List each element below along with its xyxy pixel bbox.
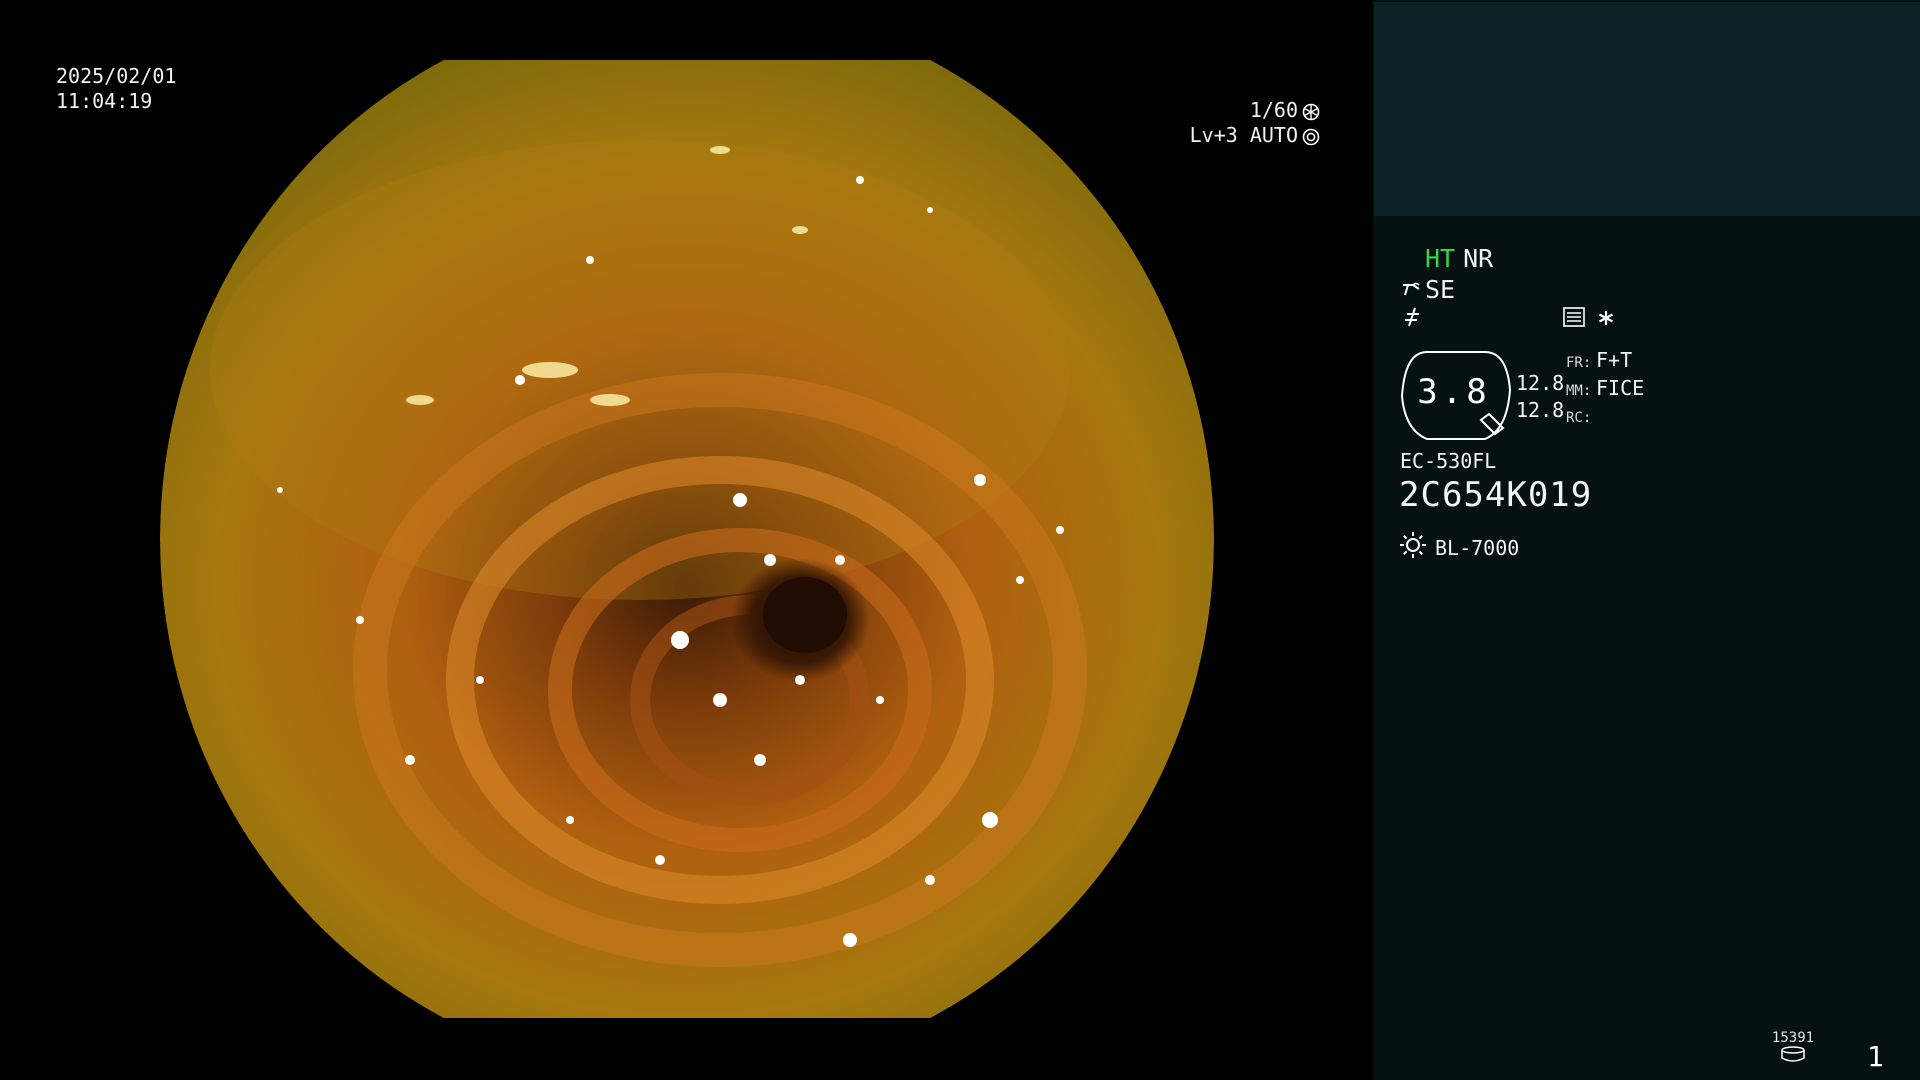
processing-labels: FR: F+T MM: FICE RC: [1566, 348, 1644, 431]
disk-icon [1763, 1046, 1823, 1066]
zoom-sub-value: 12.8 [1516, 371, 1565, 395]
nr-label: NR [1463, 244, 1494, 273]
thumbnail-area [1374, 2, 1920, 216]
ht-label: HT [1425, 244, 1456, 273]
date-time-overlay: 2025/02/01 11:04:19 [56, 64, 176, 114]
scope-model: EC-530FL [1400, 449, 1497, 473]
structure-row: SE [1401, 275, 1455, 304]
exposure-overlay: 1/60 Lv+3 AUTO [1190, 98, 1320, 148]
shutter-speed-text: 1/60 [1249, 98, 1298, 122]
counter-value: 15391 [1771, 1030, 1815, 1046]
freeze-slash-icon [1401, 306, 1423, 334]
exposure-mode-text: Lv+3 AUTO [1189, 123, 1298, 147]
menu-list-icon [1563, 307, 1585, 333]
light-source-label: BL-7000 [1435, 535, 1520, 560]
fr-label: FR: [1566, 355, 1592, 371]
video-area: 2025/02/01 11:04:19 1/60 Lv+3 AUTO [0, 0, 1373, 1080]
zoom-sub-value: 12.8 [1516, 398, 1565, 422]
storage-counter: 15391 [1763, 1030, 1823, 1066]
sun-icon [1399, 531, 1427, 564]
scope-tip-icon [1401, 275, 1423, 304]
mode-icons-row [1401, 306, 1615, 334]
time-text: 11:04:19 [56, 89, 153, 113]
asterisk-icon [1597, 308, 1615, 333]
mm-value: FICE [1596, 376, 1645, 400]
date-text: 2025/02/01 [56, 64, 177, 88]
enhancement-row: HT NR [1425, 244, 1493, 273]
iris-icon [1302, 127, 1320, 145]
endoscopy-screen: 2025/02/01 11:04:19 1/60 Lv+3 AUTO HTNR [0, 0, 1920, 1080]
info-panel: HT NR SE 3.8 12.8 12.8 FR: F+T MM: FICE … [1373, 0, 1920, 1080]
rc-label: RC: [1566, 410, 1592, 426]
zoom-sub-values: 12.8 12.8 [1516, 370, 1564, 424]
light-source-row: BL-7000 [1399, 531, 1519, 564]
fr-value: F+T [1596, 348, 1633, 372]
se-label: SE [1425, 275, 1456, 304]
page-number: 1 [1867, 1040, 1884, 1073]
mm-label: MM: [1566, 383, 1592, 399]
zoom-indicator: 3.8 [1399, 350, 1513, 442]
scope-serial: 2C654K019 [1399, 475, 1593, 515]
zoom-value: 3.8 [1417, 372, 1491, 412]
endoscope-image [160, 60, 1214, 1018]
aperture-icon [1302, 102, 1320, 120]
